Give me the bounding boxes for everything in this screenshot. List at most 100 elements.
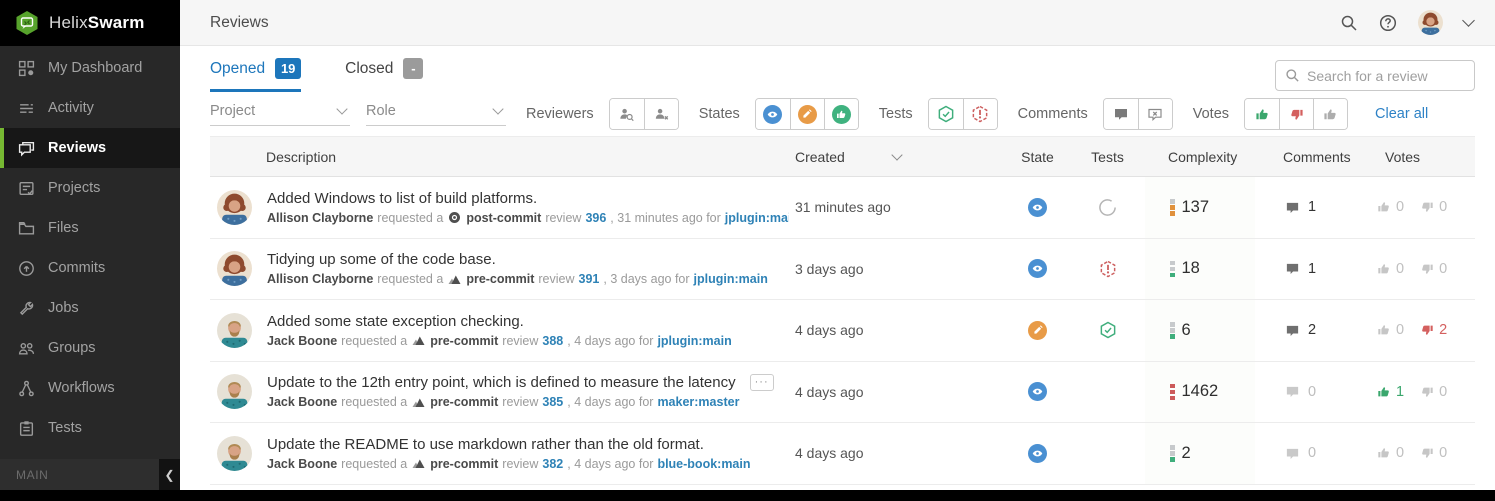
- review-title-link[interactable]: Added Windows to list of build platforms…: [267, 190, 537, 207]
- review-row[interactable]: Update the README to use markdown rather…: [210, 423, 1475, 485]
- review-title-link[interactable]: Added some state exception checking.: [267, 313, 524, 330]
- complexity-cell: 6: [1145, 300, 1255, 361]
- sidebar-collapse-button[interactable]: ❮: [159, 459, 180, 490]
- expand-description-button[interactable]: ···: [749, 374, 774, 392]
- state-approved-button[interactable]: [823, 99, 858, 129]
- author-avatar[interactable]: [217, 189, 252, 225]
- comment-bubble-icon: [1286, 264, 1299, 275]
- author-name: Jack Boone: [267, 333, 338, 348]
- needs-review-icon: [1028, 443, 1047, 463]
- vote-down[interactable]: 0: [1420, 384, 1447, 400]
- vote-down[interactable]: 0: [1420, 261, 1447, 277]
- vote-down[interactable]: 0: [1420, 199, 1447, 215]
- votes-cell: 0 0: [1355, 261, 1475, 277]
- review-title-link[interactable]: Update to the 12th entry point, which is…: [267, 374, 736, 391]
- branch-link[interactable]: jplugin:main: [694, 272, 768, 286]
- author-avatar[interactable]: [217, 435, 252, 471]
- reviewer-remove-button[interactable]: [643, 99, 678, 129]
- sidebar-item-tests[interactable]: Tests: [0, 408, 180, 448]
- sidebar-item-projects[interactable]: Projects: [0, 168, 180, 208]
- branch-link[interactable]: maker:master: [657, 395, 739, 409]
- sidebar-item-label: Activity: [48, 100, 94, 116]
- review-title-link[interactable]: Update the README to use markdown rather…: [267, 436, 704, 453]
- sidebar-item-files[interactable]: Files: [0, 208, 180, 248]
- needs-review-icon: [1028, 382, 1047, 402]
- votes-up-button[interactable]: [1245, 99, 1280, 129]
- vote-down[interactable]: 2: [1420, 322, 1447, 338]
- author-name: Jack Boone: [267, 395, 338, 410]
- review-id-link[interactable]: 396: [585, 211, 606, 225]
- role-filter-dropdown[interactable]: Role: [366, 103, 506, 126]
- review-search-input[interactable]: [1307, 67, 1465, 84]
- thumbs-up-icon: [1378, 325, 1389, 335]
- vote-down[interactable]: 0: [1420, 445, 1447, 461]
- state-cell: [1005, 320, 1070, 340]
- sidebar-item-reviews[interactable]: Reviews: [0, 128, 180, 168]
- tabs-row: Opened 19 Closed -: [180, 46, 1495, 92]
- vote-up[interactable]: 0: [1377, 445, 1404, 461]
- sort-chevron-icon: [891, 149, 903, 161]
- clear-all-filters-link[interactable]: Clear all: [1375, 106, 1428, 122]
- review-id-link[interactable]: 382: [542, 457, 563, 471]
- tests-failed-button[interactable]: [962, 99, 997, 129]
- reviewer-search-button[interactable]: [609, 99, 644, 129]
- state-needs-revision-button[interactable]: [789, 99, 824, 129]
- column-header-created[interactable]: Created: [795, 149, 1005, 165]
- author-avatar[interactable]: [217, 251, 252, 287]
- eye-icon: [763, 104, 783, 124]
- sidebar-item-label: Groups: [48, 340, 96, 356]
- sidebar-item-jobs[interactable]: Jobs: [0, 288, 180, 328]
- review-id-link[interactable]: 385: [542, 395, 563, 409]
- votes-none-button[interactable]: [1313, 99, 1348, 129]
- review-row[interactable]: Tidying up some of the code base. Alliso…: [210, 238, 1475, 300]
- post-commit-icon: [448, 211, 461, 224]
- comment-bubble-icon: [1286, 387, 1299, 398]
- votes-down-button[interactable]: [1279, 99, 1314, 129]
- review-row[interactable]: Update to the 12th entry point, which is…: [210, 361, 1475, 423]
- sidebar-item-commits[interactable]: Commits: [0, 248, 180, 288]
- vote-up[interactable]: 0: [1377, 199, 1404, 215]
- user-menu-chevron-icon[interactable]: [1462, 14, 1475, 27]
- author-avatar[interactable]: [217, 374, 252, 410]
- branch-link[interactable]: jplugin:main: [725, 211, 789, 225]
- vote-up[interactable]: 1: [1377, 384, 1404, 400]
- review-subtitle: Allison Clayborne requested a post-commi…: [267, 211, 789, 225]
- complexity-value: 137: [1181, 197, 1210, 216]
- help-icon[interactable]: [1379, 14, 1397, 32]
- state-cell: [1005, 259, 1070, 279]
- review-row[interactable]: Added Windows to list of build platforms…: [210, 177, 1475, 239]
- sidebar-item-my-dashboard[interactable]: My Dashboard: [0, 48, 180, 88]
- branch-link[interactable]: jplugin:main: [657, 334, 731, 348]
- tab-closed[interactable]: Closed -: [345, 58, 424, 92]
- sidebar-item-activity[interactable]: Activity: [0, 88, 180, 128]
- review-title-link[interactable]: Tidying up some of the code base.: [267, 251, 496, 268]
- comments-open-button[interactable]: [1103, 99, 1138, 129]
- thumbs-down-icon: [1422, 387, 1433, 397]
- complexity-bar: [1170, 260, 1175, 277]
- state-cell: [1005, 443, 1070, 463]
- app-logo[interactable]: HelixSwarm: [0, 0, 180, 46]
- project-filter-dropdown[interactable]: Project: [210, 103, 350, 126]
- tests-passed-button[interactable]: [928, 99, 963, 129]
- review-row[interactable]: Added some state exception checking. Jac…: [210, 300, 1475, 362]
- closed-count-badge: -: [403, 58, 424, 79]
- search-icon[interactable]: [1340, 14, 1358, 32]
- review-subtitle: Jack Boone requested a pre-commit review…: [267, 333, 732, 348]
- votes-cell: 0 2: [1355, 322, 1475, 338]
- review-id-link[interactable]: 391: [579, 272, 600, 286]
- user-avatar[interactable]: [1418, 10, 1443, 35]
- vote-up[interactable]: 0: [1377, 261, 1404, 277]
- branch-link[interactable]: blue-book:main: [657, 457, 750, 471]
- state-needs-review-button[interactable]: [755, 99, 790, 129]
- review-id-link[interactable]: 388: [542, 334, 563, 348]
- sidebar-item-label: Workflows: [48, 380, 115, 396]
- author-name: Jack Boone: [267, 456, 338, 471]
- helix-swarm-logo-icon: [14, 10, 40, 36]
- sidebar-item-groups[interactable]: Groups: [0, 328, 180, 368]
- vote-up[interactable]: 0: [1377, 322, 1404, 338]
- activity-icon: [18, 100, 35, 117]
- comments-none-button[interactable]: [1137, 99, 1172, 129]
- author-avatar[interactable]: [217, 312, 252, 348]
- sidebar-item-workflows[interactable]: Workflows: [0, 368, 180, 408]
- tab-opened[interactable]: Opened 19: [210, 58, 302, 92]
